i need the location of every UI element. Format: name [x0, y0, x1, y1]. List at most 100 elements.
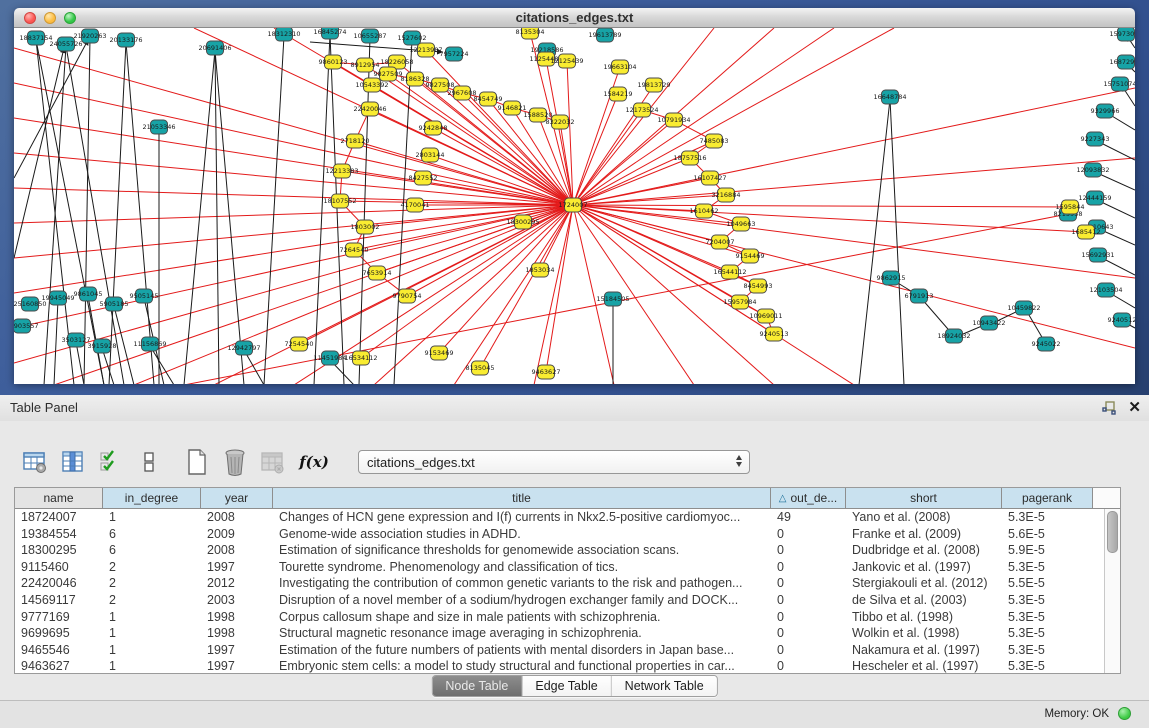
table-cell[interactable]: 0	[771, 625, 846, 642]
table-cell[interactable]: 22420046	[15, 575, 103, 592]
network-node[interactable]: 10459822	[1007, 301, 1040, 315]
table-cell[interactable]: 14569117	[15, 592, 103, 609]
table-cell[interactable]: Disruption of a novel member of a sodium…	[273, 592, 771, 609]
table-cell[interactable]: 1	[103, 609, 201, 626]
network-node[interactable]: 20133176	[109, 33, 142, 47]
network-edge[interactable]	[534, 205, 573, 384]
table-row[interactable]: 1456911722003Disruption of a novel membe…	[15, 592, 1104, 609]
table-cell[interactable]: Jankovic et al. (1997)	[846, 559, 1002, 576]
network-window-titlebar[interactable]: citations_edges.txt	[14, 8, 1135, 28]
network-node[interactable]: 12213383	[325, 164, 358, 178]
table-cell[interactable]: 2012	[201, 575, 273, 592]
row-height-icon[interactable]	[134, 447, 164, 477]
table-cell[interactable]: 2009	[201, 526, 273, 543]
network-node[interactable]: 20691406	[198, 41, 231, 55]
table-cell[interactable]: 5.9E-5	[1002, 542, 1093, 559]
network-node[interactable]: 18107552	[323, 194, 356, 208]
network-node[interactable]: 16534112	[344, 351, 377, 365]
network-node[interactable]: 21053346	[142, 120, 175, 134]
network-node[interactable]: 10791934	[657, 113, 690, 127]
network-edge[interactable]	[14, 205, 573, 328]
table-row[interactable]: 911546021997Tourette syndrome. Phenomeno…	[15, 559, 1104, 576]
table-cell[interactable]: 0	[771, 658, 846, 673]
network-node[interactable]: 11156869	[133, 337, 166, 351]
table-cell[interactable]: 1	[103, 509, 201, 526]
import-table-icon[interactable]	[258, 447, 288, 477]
network-node[interactable]: 19663104	[603, 60, 636, 74]
network-node[interactable]: 16845274	[313, 28, 346, 39]
network-edge[interactable]	[14, 153, 573, 205]
table-cell[interactable]: Corpus callosum shape and size in male p…	[273, 609, 771, 626]
network-edge[interactable]	[14, 205, 573, 293]
network-edge[interactable]	[109, 42, 126, 384]
table-cell[interactable]: 6	[103, 542, 201, 559]
network-edge[interactable]	[573, 28, 894, 205]
network-edge[interactable]	[573, 120, 674, 205]
network-node[interactable]: 6791913	[905, 289, 934, 303]
network-edge[interactable]	[36, 40, 104, 384]
network-edge[interactable]	[14, 188, 573, 205]
network-node[interactable]: 12173524	[625, 103, 658, 117]
column-header-pagerank[interactable]: pagerank	[1002, 488, 1093, 508]
network-node[interactable]: 9240513	[760, 327, 789, 341]
network-node[interactable]: 18924032	[937, 329, 970, 343]
network-edge[interactable]	[84, 38, 90, 384]
table-cell[interactable]: Tourette syndrome. Phenomenology and cla…	[273, 559, 771, 576]
table-cell[interactable]: Investigating the contribution of common…	[273, 575, 771, 592]
network-node[interactable]: 19613789	[588, 28, 621, 42]
network-edge[interactable]	[573, 205, 1070, 207]
network-node[interactable]: 12103504	[1089, 283, 1122, 297]
table-cell[interactable]: 5.3E-5	[1002, 658, 1093, 673]
network-node[interactable]: 5905185	[100, 297, 129, 311]
network-node[interactable]: 9154469	[736, 249, 765, 263]
table-cell[interactable]: de Silva et al. (2003)	[846, 592, 1002, 609]
network-edge[interactable]	[573, 158, 1135, 205]
network-edge[interactable]	[314, 34, 330, 384]
table-cell[interactable]: 2008	[201, 542, 273, 559]
column-header-name[interactable]: name	[15, 488, 103, 508]
network-node[interactable]: 15957984	[723, 295, 756, 309]
tab-node-table[interactable]: Node Table	[432, 676, 522, 696]
network-node[interactable]: 9861045	[74, 287, 103, 301]
network-node[interactable]: 9245022	[1032, 337, 1061, 351]
table-row[interactable]: 969969511998Structural magnetic resonanc…	[15, 625, 1104, 642]
column-header-indegree[interactable]: in_degree	[103, 488, 201, 508]
network-node[interactable]: 16648784	[873, 90, 906, 104]
network-edge[interactable]	[573, 94, 618, 205]
scrollbar-thumb[interactable]	[1107, 511, 1118, 553]
network-node[interactable]: 22420046	[353, 102, 386, 116]
table-cell[interactable]: 9699695	[15, 625, 103, 642]
close-panel-icon[interactable]: ✕	[1128, 398, 1141, 416]
column-header-short[interactable]: short	[846, 488, 1002, 508]
network-node[interactable]: 9505145	[130, 289, 159, 303]
network-edge[interactable]	[454, 205, 573, 384]
table-cell[interactable]: 6	[103, 526, 201, 543]
table-settings-icon[interactable]	[20, 447, 50, 477]
table-row[interactable]: 1830029562008Estimation of significance …	[15, 542, 1104, 559]
table-cell[interactable]: 2003	[201, 592, 273, 609]
network-node[interactable]: 2967608	[448, 86, 477, 100]
network-node[interactable]: 9240512	[1108, 313, 1135, 327]
network-node[interactable]: 12213987	[409, 43, 442, 57]
network-node[interactable]: 1685412	[1072, 225, 1101, 239]
network-node[interactable]: 18837154	[19, 31, 52, 45]
table-cell[interactable]: 5.6E-5	[1002, 526, 1093, 543]
network-edge[interactable]	[365, 65, 573, 205]
network-node[interactable]: 7957224	[440, 47, 469, 61]
network-node[interactable]: 10655287	[353, 29, 386, 43]
network-edge[interactable]	[14, 48, 573, 205]
table-cell[interactable]: 2	[103, 575, 201, 592]
table-row[interactable]: 946362711997Embryonic stem cells: a mode…	[15, 658, 1104, 673]
table-cell[interactable]: 49	[771, 509, 846, 526]
table-cell[interactable]: Franke et al. (2009)	[846, 526, 1002, 543]
table-cell[interactable]: Structural magnetic resonance image aver…	[273, 625, 771, 642]
table-cell[interactable]: Stergiakouli et al. (2012)	[846, 575, 1002, 592]
network-edge[interactable]	[215, 50, 244, 384]
network-node[interactable]: 9329966	[1091, 104, 1120, 118]
network-node[interactable]: 1853034	[526, 263, 555, 277]
network-edge[interactable]	[330, 34, 344, 384]
table-cell[interactable]: 5.3E-5	[1002, 559, 1093, 576]
network-node[interactable]: 18312310	[267, 28, 300, 41]
table-cell[interactable]: 19384554	[15, 526, 103, 543]
network-node[interactable]: 9860123	[319, 55, 348, 69]
